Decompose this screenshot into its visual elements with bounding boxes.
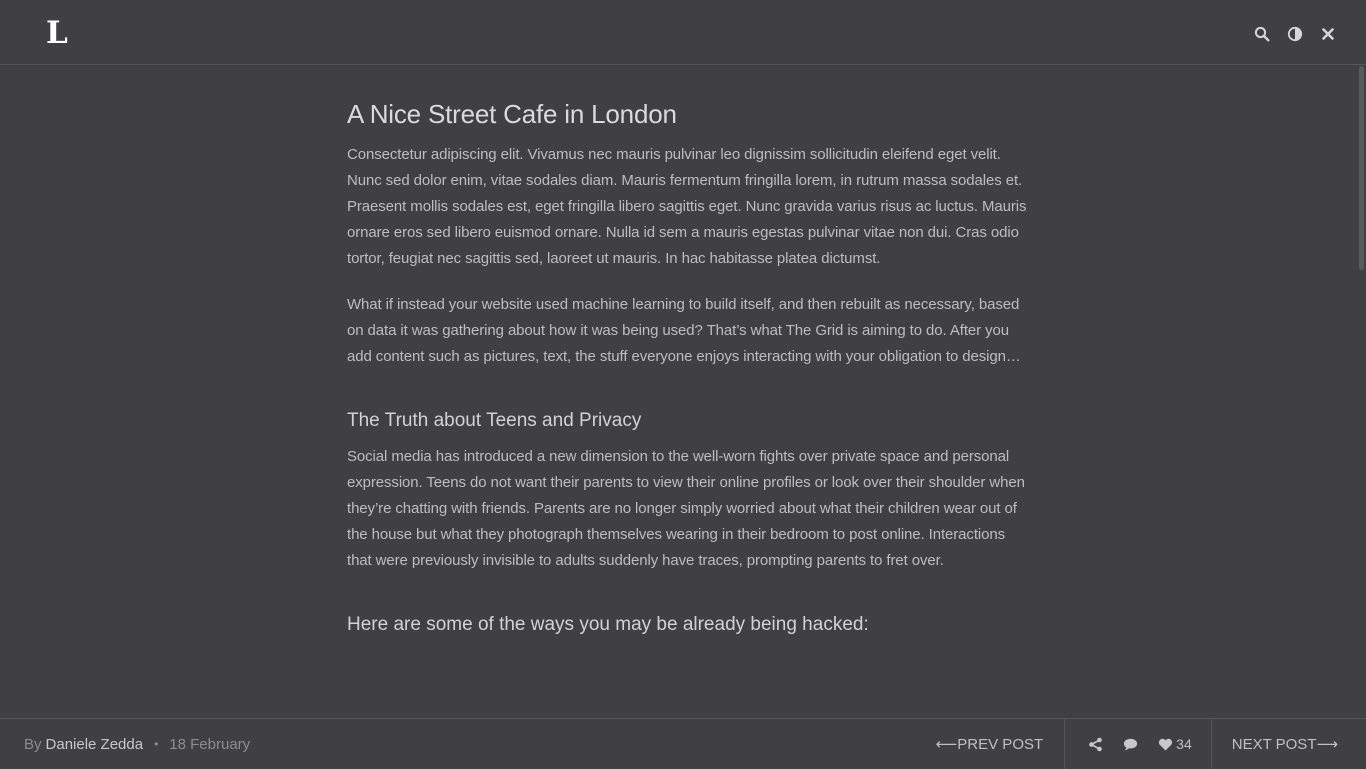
next-post-label: NEXT POST [1231,735,1317,753]
article-body: A Nice Street Cafe in London Consectetur… [347,96,1027,648]
prev-post-label: PREV POST [957,735,1044,753]
article-paragraph: What if instead your website used machin… [347,296,1021,365]
contrast-icon[interactable] [1287,26,1303,42]
site-logo[interactable]: L [46,14,68,52]
heart-icon [1158,737,1173,752]
post-navigation: ⟵ PREV POST 34 NEXT POST ⟶ [936,719,1366,769]
share-icon[interactable] [1088,737,1103,752]
comment-icon[interactable] [1123,737,1138,752]
article-paragraph: Social media has introduced a new dimens… [347,448,1025,569]
top-bar: L [0,0,1366,65]
like-count: 34 [1176,736,1192,752]
close-icon[interactable] [1320,26,1336,42]
by-label: By [24,735,42,753]
section-heading: Here are some of the ways you may be alr… [347,614,869,635]
byline-separator: • [154,737,159,751]
byline: By Daniele Zedda • 18 February [24,719,250,769]
article-title: A Nice Street Cafe in London [347,99,677,129]
scrollbar-thumb[interactable] [1359,66,1364,270]
bottom-bar: By Daniele Zedda • 18 February ⟵ PREV PO… [0,718,1366,769]
prev-post-link[interactable]: ⟵ PREV POST [936,719,1064,769]
section-heading: The Truth about Teens and Privacy [347,410,642,431]
author-link[interactable]: Daniele Zedda [46,736,144,753]
like-button[interactable]: 34 [1158,736,1192,752]
next-post-link[interactable]: NEXT POST ⟶ [1212,719,1366,769]
article-paragraph: Consectetur adipiscing elit. Vivamus nec… [347,146,1027,267]
arrow-left-icon: ⟵ [935,736,958,753]
header-tools [1254,24,1336,44]
post-actions: 34 [1064,719,1212,769]
search-icon[interactable] [1254,26,1270,42]
post-date: 18 February [169,735,251,753]
arrow-right-icon: ⟶ [1316,736,1338,753]
